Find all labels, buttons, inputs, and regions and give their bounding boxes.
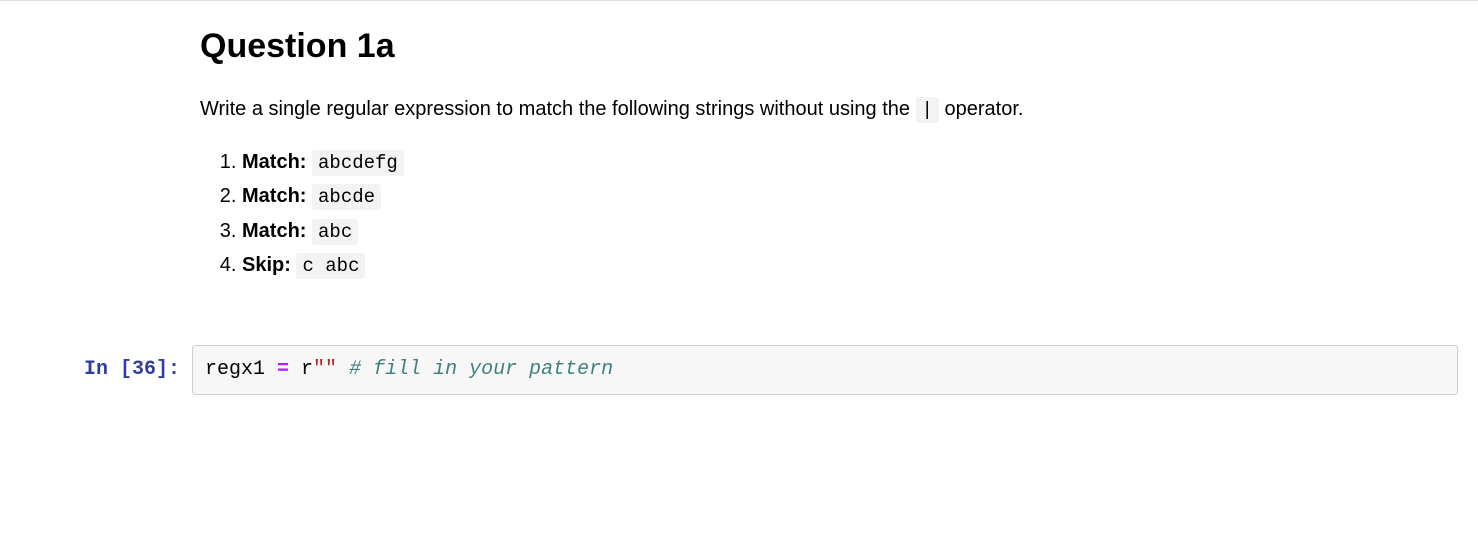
- paragraph-text-pre: Write a single regular expression to mat…: [200, 98, 916, 120]
- list-item: Skip: c abc: [242, 250, 1458, 281]
- list-item-value: abcde: [312, 184, 381, 210]
- list-item-label: Match:: [242, 151, 306, 173]
- notebook-cell-markdown: Question 1a Write a single regular expre…: [0, 0, 1478, 325]
- input-prompt: In [36]:: [0, 345, 192, 385]
- list-item-label: Match:: [242, 220, 306, 242]
- question-heading: Question 1a: [200, 21, 1458, 72]
- code-variable: regx1: [205, 358, 265, 381]
- pipe-operator-code: |: [916, 97, 939, 123]
- match-list: Match: abcdefg Match: abcde Match: abc S…: [200, 147, 1458, 281]
- list-item: Match: abc: [242, 216, 1458, 247]
- list-item-value: abcdefg: [312, 150, 404, 176]
- code-string-prefix: r: [301, 358, 313, 381]
- code-string: "": [313, 358, 337, 381]
- list-item: Match: abcde: [242, 181, 1458, 212]
- code-operator: =: [265, 358, 301, 381]
- markdown-content: Question 1a Write a single regular expre…: [0, 1, 1478, 325]
- list-item-value: abc: [312, 219, 358, 245]
- list-item-label: Match:: [242, 185, 306, 207]
- code-input-area[interactable]: regx1 = r"" # fill in your pattern: [192, 345, 1458, 395]
- paragraph-text-post: operator.: [945, 98, 1024, 120]
- code-comment: # fill in your pattern: [337, 358, 613, 381]
- list-item: Match: abcdefg: [242, 147, 1458, 178]
- list-item-value: c abc: [296, 253, 365, 279]
- notebook-cell-code: In [36]: regx1 = r"" # fill in your patt…: [0, 345, 1478, 415]
- question-paragraph: Write a single regular expression to mat…: [200, 94, 1458, 125]
- list-item-label: Skip:: [242, 254, 291, 276]
